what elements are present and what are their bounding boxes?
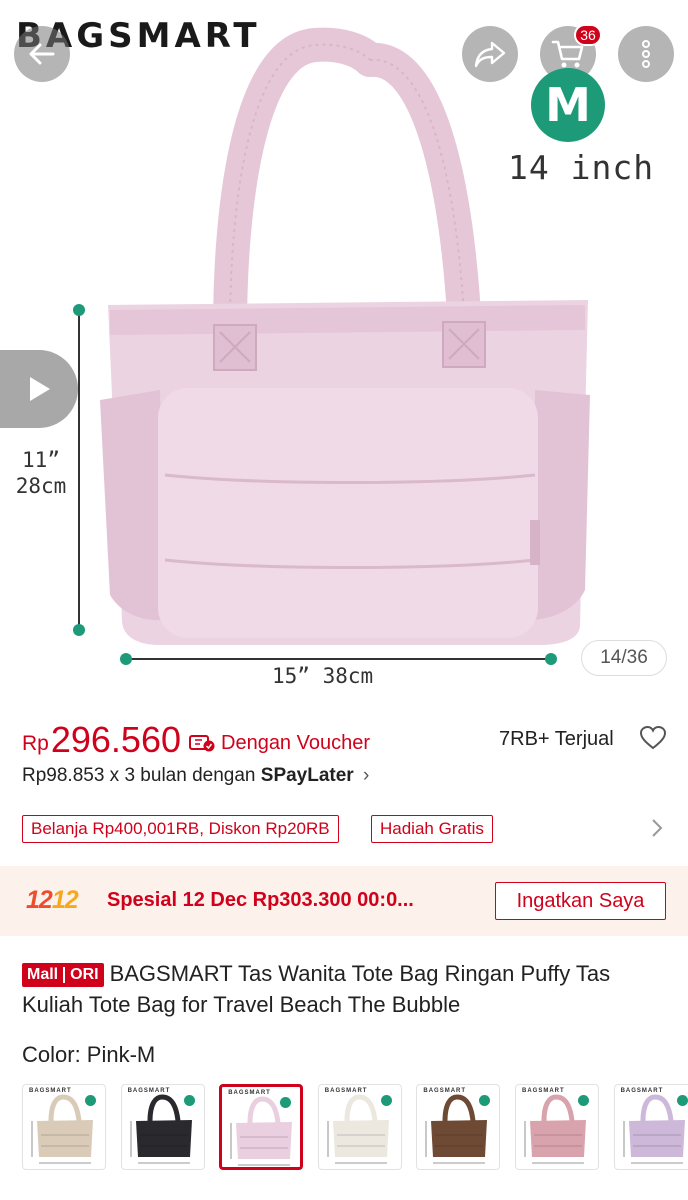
variant-thumbnail[interactable]: BAGSMART [613, 1084, 688, 1170]
play-icon [30, 377, 50, 401]
promo-row[interactable]: Belanja Rp400,001RB, Diskon Rp20RB Hadia… [22, 815, 672, 843]
flash-sale-banner: 1212 Spesial 12 Dec Rp303.300 00:0... In… [0, 866, 688, 936]
promo-tag-discount: Belanja Rp400,001RB, Diskon Rp20RB [22, 815, 339, 843]
flash-sale-text: Spesial 12 Dec Rp303.300 00:0... [107, 889, 414, 911]
chevron-right-icon [652, 819, 663, 837]
twelve-twelve-logo: 1212 [26, 886, 79, 914]
price-value: 296.560 [50, 719, 181, 760]
voucher-icon [189, 735, 215, 752]
mall-ori-badge: Mall ORI [22, 962, 104, 987]
price-row: Rp 296.560 Dengan Voucher 7RB+ Terjual [22, 718, 672, 762]
play-video-button[interactable] [0, 350, 78, 428]
variant-bag-image [425, 1094, 488, 1164]
variant-bag-image [623, 1094, 685, 1164]
variant-thumbnail[interactable]: BAGSMART [515, 1084, 599, 1170]
selected-color-value: Pink-M [86, 1042, 156, 1067]
variant-bag-image [327, 1094, 389, 1164]
variant-bag-image [524, 1094, 586, 1164]
voucher-label: Dengan Voucher [221, 731, 371, 754]
share-icon [474, 41, 506, 68]
variant-thumbnail[interactable]: BAGSMART [416, 1084, 501, 1170]
product-image-carousel[interactable]: BAGSMART 36 M 14 inch 11” 28cm 15” 38cm … [0, 0, 688, 705]
sold-count: 7RB+ Terjual [499, 728, 614, 750]
share-button[interactable] [462, 26, 518, 82]
height-dimension-label: 11” 28cm [10, 447, 72, 499]
image-counter: 14/36 [581, 640, 667, 676]
more-vertical-icon [642, 40, 650, 68]
product-title-text: BAGSMART Tas Wanita Tote Bag Ringan Puff… [22, 961, 611, 1017]
back-button[interactable] [14, 26, 70, 82]
width-dimension-label: 15” 38cm [272, 664, 374, 688]
heart-icon[interactable] [640, 726, 666, 750]
variant-bag-image [230, 1096, 293, 1166]
paylater-text: Rp98.853 x 3 bulan dengan [22, 765, 261, 786]
more-options-button[interactable] [618, 26, 674, 82]
variant-bag-image [31, 1094, 93, 1164]
variant-bag-image [130, 1094, 192, 1164]
variant-thumbnail[interactable]: BAGSMART [22, 1084, 106, 1170]
variant-thumbnail[interactable]: BAGSMART [317, 1084, 402, 1170]
size-badge: M [531, 68, 605, 142]
height-inch: 11” [22, 448, 60, 472]
promo-tag-gift: Hadiah Gratis [371, 815, 493, 843]
arrow-left-icon [29, 43, 55, 65]
price-currency: Rp [22, 732, 49, 755]
height-cm: 28cm [15, 474, 67, 498]
color-selector-label: Color: Pink-M [22, 1042, 156, 1067]
paylater-installment[interactable]: Rp98.853 x 3 bulan dengan SPayLater › [22, 765, 369, 787]
size-inch-label: 14 inch [508, 148, 655, 187]
cart-count-badge: 36 [574, 24, 602, 46]
variant-thumbnail[interactable]: BAGSMART [219, 1084, 304, 1170]
variant-thumbnail[interactable]: BAGSMART [120, 1084, 205, 1170]
paylater-brand: SPayLater [260, 765, 354, 786]
chevron-right-icon: › [363, 765, 370, 786]
product-title: Mall ORI BAGSMART Tas Wanita Tote Bag Rin… [22, 958, 672, 1020]
variant-thumbnails: BAGSMART BAGSMART BAGSMART BAGSMART BAGSMART… [22, 1084, 688, 1170]
remind-me-button[interactable]: Ingatkan Saya [495, 882, 666, 920]
